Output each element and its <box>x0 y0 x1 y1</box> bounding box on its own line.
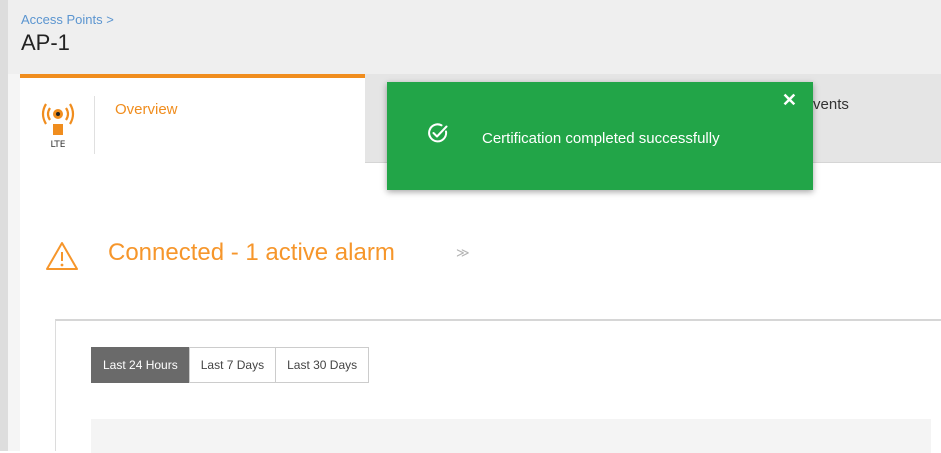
tab-divider <box>94 96 95 154</box>
page-title: AP-1 <box>21 30 70 55</box>
range-last-30-days[interactable]: Last 30 Days <box>275 347 370 383</box>
chart-area <box>91 419 931 453</box>
chevron-double-down-icon[interactable]: ≫ <box>456 245 470 261</box>
lte-caption: LTE <box>51 140 66 150</box>
wireless-ap-icon: LTE <box>41 103 75 150</box>
warning-icon <box>46 242 78 270</box>
success-toast: Certification completed successfully ✕ <box>387 82 813 190</box>
connection-status: Connected - 1 active alarm <box>108 239 395 266</box>
range-last-7-days[interactable]: Last 7 Days <box>188 347 277 383</box>
overview-panel: Connected - 1 active alarm ≫ Last 24 Hou… <box>20 163 941 453</box>
check-circle-icon <box>428 123 448 143</box>
range-last-24-hours[interactable]: Last 24 Hours <box>91 347 190 383</box>
page-header: Access Points > AP-1 <box>8 0 941 74</box>
left-edge-strip <box>0 0 8 451</box>
breadcrumb-access-points[interactable]: Access Points > <box>21 12 114 27</box>
metrics-card: Last 24 Hours Last 7 Days Last 30 Days <box>55 319 941 453</box>
toast-message: Certification completed successfully <box>482 130 720 147</box>
tab-overview-label: Overview <box>115 101 178 118</box>
time-range-selector: Last 24 Hours Last 7 Days Last 30 Days <box>91 347 370 383</box>
tab-overview[interactable]: LTE Overview <box>20 74 365 163</box>
close-icon[interactable]: ✕ <box>782 91 797 109</box>
